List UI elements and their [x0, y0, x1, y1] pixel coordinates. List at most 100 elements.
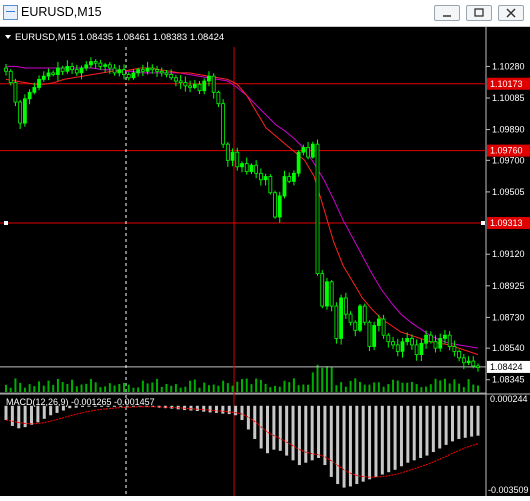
macd-histogram-bar — [240, 405, 244, 421]
candle-body — [258, 172, 263, 181]
candle-body — [296, 151, 301, 174]
price-axis-label: 1.08540 — [492, 343, 525, 353]
macd-histogram-bar — [342, 405, 346, 488]
candle-body — [145, 67, 150, 72]
close-button[interactable] — [498, 5, 524, 21]
macd-histogram-bar — [304, 405, 308, 463]
candle-body — [339, 297, 344, 339]
candle-body — [414, 344, 419, 356]
window-titlebar[interactable]: EURUSD,M15 — [0, 0, 530, 27]
macd-histogram-bar — [208, 405, 212, 413]
macd-histogram-bar — [406, 405, 410, 463]
candle-body — [263, 176, 268, 181]
restore-button[interactable] — [466, 5, 492, 21]
candle-body — [240, 163, 244, 168]
minimize-button[interactable] — [434, 5, 460, 21]
macd-histogram-bar — [368, 405, 372, 480]
macd-histogram-bar — [438, 405, 442, 449]
chart-canvas[interactable]: EURUSD,M15 1.08435 1.08461 1.08383 1.084… — [0, 27, 530, 496]
candle-body — [381, 318, 386, 336]
candle-body — [131, 72, 136, 79]
price-axis-label: 1.09700 — [492, 155, 525, 165]
candle-body — [310, 143, 315, 158]
macd-histogram-bar — [450, 405, 454, 442]
price-chart-area[interactable]: EURUSD,M15 1.08435 1.08461 1.08383 1.084… — [0, 27, 530, 496]
candle-body — [433, 341, 438, 349]
candle-body — [419, 342, 424, 356]
candle-body — [424, 334, 428, 344]
macd-histogram-bar — [266, 405, 270, 454]
candle-body — [188, 85, 192, 88]
candle-body — [244, 163, 249, 173]
macd-histogram-bar — [387, 405, 391, 473]
macd-histogram-bar — [42, 405, 46, 419]
macd-axis-bottom-label: -0.003509 — [488, 485, 529, 495]
candle-body — [306, 146, 310, 158]
candle-body — [27, 91, 32, 100]
candle-body — [410, 338, 414, 346]
candle-body — [466, 360, 471, 364]
macd-histogram-bar — [285, 405, 289, 456]
candle-body — [358, 305, 362, 331]
macd-histogram-bar — [214, 405, 218, 413]
macd-histogram-bar — [278, 405, 282, 451]
macd-histogram-bar — [444, 405, 448, 445]
price-axis-highlight-label: 1.09313 — [490, 218, 523, 228]
window-title: EURUSD,M15 — [21, 5, 102, 19]
candle-body — [287, 176, 292, 182]
candle-body — [197, 83, 202, 92]
candle-body — [74, 69, 79, 74]
candle-body — [235, 151, 240, 168]
candle-body — [4, 67, 8, 72]
candle-body — [254, 164, 259, 174]
macd-histogram-bar — [234, 405, 238, 416]
candle-body — [107, 64, 112, 69]
candle-body — [136, 69, 141, 74]
macd-histogram-bar — [310, 405, 314, 461]
macd-histogram-bar — [221, 405, 225, 414]
macd-histogram-bar — [329, 405, 333, 477]
macd-histogram-bar — [380, 405, 384, 475]
candle-body — [461, 357, 466, 364]
candle-body — [386, 334, 391, 343]
macd-histogram-bar — [457, 405, 461, 439]
candle-body — [202, 80, 207, 92]
moving-average-fast — [5, 67, 479, 356]
candle-body — [405, 338, 410, 343]
candle-body — [70, 66, 74, 71]
candle-body — [51, 72, 56, 75]
candle-body — [98, 62, 103, 67]
price-axis-label: 1.08345 — [492, 375, 525, 385]
macd-histogram-bar — [431, 405, 435, 453]
candle-body — [320, 273, 325, 307]
candle-body — [457, 350, 462, 359]
candle-body — [117, 69, 122, 74]
candle-body — [140, 69, 145, 72]
candle-body — [325, 281, 329, 307]
candle-body — [343, 297, 348, 315]
macd-histogram-bar — [297, 405, 301, 466]
candle-body — [391, 341, 395, 346]
price-axis-label: 1.10085 — [492, 93, 525, 103]
candle-body — [56, 67, 60, 75]
candle-body — [353, 321, 358, 331]
macd-histogram-bar — [253, 405, 257, 439]
candle-body — [438, 338, 443, 349]
candle-body — [367, 321, 372, 347]
price-axis-label: 1.09120 — [492, 249, 525, 259]
price-axis-label: 1.08925 — [492, 281, 525, 291]
macd-histogram-bar — [412, 405, 416, 461]
symbol-dropdown-icon[interactable] — [5, 35, 11, 39]
candle-body — [93, 61, 98, 64]
candle-body — [447, 334, 452, 347]
candle-body — [183, 82, 188, 87]
candle-body — [174, 77, 178, 82]
macd-histogram-bar — [393, 405, 397, 470]
candle-body — [395, 344, 400, 352]
candle-body — [329, 281, 334, 307]
macd-histogram-bar — [202, 405, 206, 412]
candle-body — [65, 66, 70, 72]
candle-body — [164, 72, 169, 75]
candle-body — [249, 164, 254, 173]
macd-histogram-bar — [336, 405, 340, 485]
